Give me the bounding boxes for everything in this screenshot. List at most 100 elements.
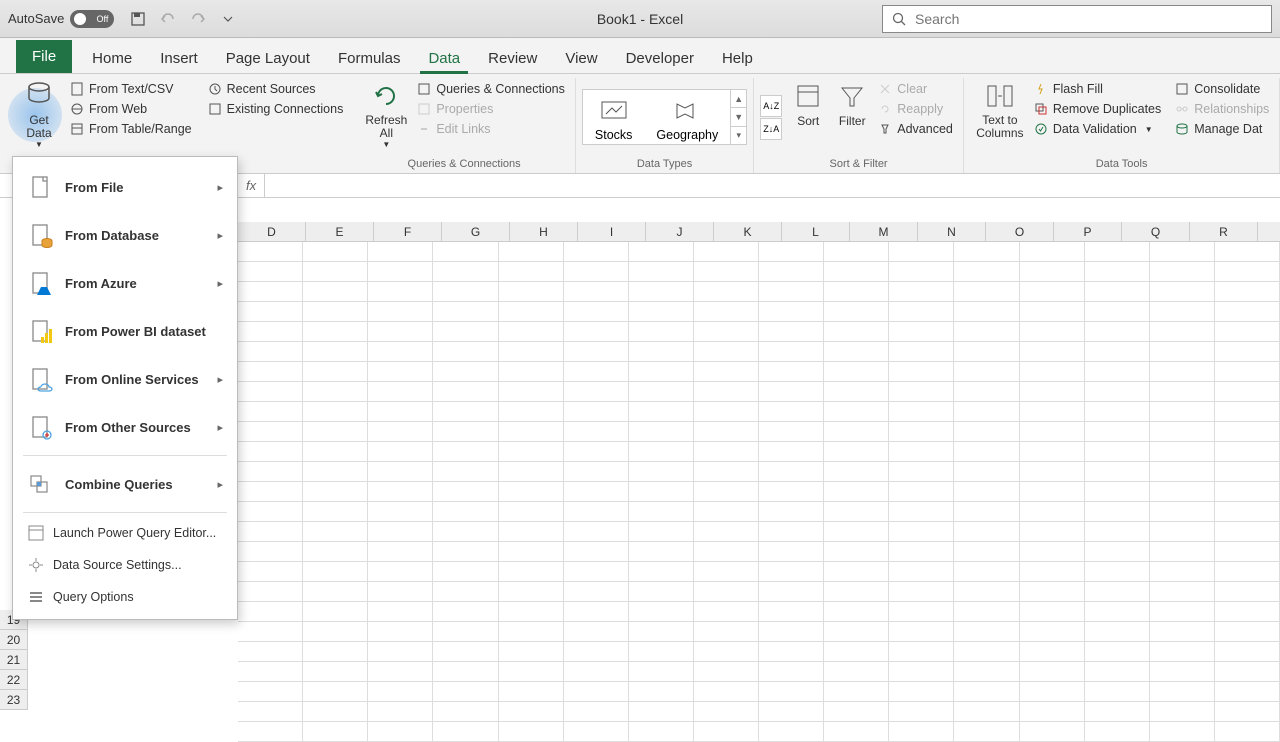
from-other-sources-item[interactable]: From Other Sources ▸ xyxy=(13,403,237,451)
cell[interactable] xyxy=(1020,282,1085,302)
cell[interactable] xyxy=(564,722,629,742)
cell[interactable] xyxy=(889,682,954,702)
cell[interactable] xyxy=(368,502,433,522)
cell[interactable] xyxy=(629,382,694,402)
cell[interactable] xyxy=(238,322,303,342)
cell[interactable] xyxy=(954,562,1019,582)
cell[interactable] xyxy=(368,722,433,742)
cell[interactable] xyxy=(564,362,629,382)
cell[interactable] xyxy=(303,302,368,322)
cell[interactable] xyxy=(499,502,564,522)
cell[interactable] xyxy=(1150,602,1215,622)
cell[interactable] xyxy=(1215,522,1280,542)
cell[interactable] xyxy=(1085,262,1150,282)
cell[interactable] xyxy=(1085,622,1150,642)
cell[interactable] xyxy=(1020,482,1085,502)
cell[interactable] xyxy=(1215,382,1280,402)
cell[interactable] xyxy=(1020,542,1085,562)
cell[interactable] xyxy=(564,702,629,722)
cell[interactable] xyxy=(303,242,368,262)
cell[interactable] xyxy=(238,622,303,642)
cell[interactable] xyxy=(368,382,433,402)
row-header[interactable]: 23 xyxy=(0,690,27,710)
cell[interactable] xyxy=(499,402,564,422)
cell[interactable] xyxy=(954,422,1019,442)
cell[interactable] xyxy=(694,522,759,542)
cell[interactable] xyxy=(433,482,498,502)
cell[interactable] xyxy=(694,302,759,322)
cell[interactable] xyxy=(433,462,498,482)
cell[interactable] xyxy=(629,302,694,322)
cell[interactable] xyxy=(368,302,433,322)
cell[interactable] xyxy=(954,242,1019,262)
cell[interactable] xyxy=(1085,582,1150,602)
cell[interactable] xyxy=(1150,662,1215,682)
cell[interactable] xyxy=(629,282,694,302)
row-header[interactable]: 20 xyxy=(0,630,27,650)
cell[interactable] xyxy=(368,482,433,502)
cell[interactable] xyxy=(1085,462,1150,482)
data-validation-button[interactable]: Data Validation▼ xyxy=(1030,120,1165,138)
column-header[interactable]: Q xyxy=(1122,222,1190,241)
cell[interactable] xyxy=(303,662,368,682)
cell[interactable] xyxy=(824,442,889,462)
cell[interactable] xyxy=(368,422,433,442)
cell[interactable] xyxy=(1150,542,1215,562)
cell[interactable] xyxy=(629,702,694,722)
cell[interactable] xyxy=(1150,422,1215,442)
tab-data[interactable]: Data xyxy=(414,42,474,73)
cell[interactable] xyxy=(1150,242,1215,262)
cell[interactable] xyxy=(1150,642,1215,662)
cell[interactable] xyxy=(1150,322,1215,342)
cell[interactable] xyxy=(499,542,564,562)
cell[interactable] xyxy=(564,242,629,262)
cell[interactable] xyxy=(368,522,433,542)
cell[interactable] xyxy=(954,322,1019,342)
column-header[interactable]: G xyxy=(442,222,510,241)
cell[interactable] xyxy=(303,562,368,582)
gallery-expand-icon[interactable]: ▾ xyxy=(731,127,746,144)
cell[interactable] xyxy=(1085,702,1150,722)
cell[interactable] xyxy=(1215,682,1280,702)
cell[interactable] xyxy=(1150,582,1215,602)
cell[interactable] xyxy=(303,702,368,722)
cell[interactable] xyxy=(1150,382,1215,402)
cell[interactable] xyxy=(368,442,433,462)
cell[interactable] xyxy=(889,422,954,442)
cell[interactable] xyxy=(629,642,694,662)
cell[interactable] xyxy=(303,262,368,282)
cell[interactable] xyxy=(303,462,368,482)
cell[interactable] xyxy=(368,642,433,662)
cell[interactable] xyxy=(629,502,694,522)
cell[interactable] xyxy=(694,542,759,562)
column-header[interactable]: J xyxy=(646,222,714,241)
cell[interactable] xyxy=(499,362,564,382)
cell[interactable] xyxy=(238,262,303,282)
cell[interactable] xyxy=(499,482,564,502)
column-header[interactable]: R xyxy=(1190,222,1258,241)
cell[interactable] xyxy=(303,642,368,662)
cell[interactable] xyxy=(238,422,303,442)
cell[interactable] xyxy=(1020,582,1085,602)
cell[interactable] xyxy=(303,322,368,342)
cell[interactable] xyxy=(564,522,629,542)
cell[interactable] xyxy=(1215,462,1280,482)
cell[interactable] xyxy=(1215,402,1280,422)
cell[interactable] xyxy=(499,702,564,722)
cell[interactable] xyxy=(824,502,889,522)
column-header[interactable]: N xyxy=(918,222,986,241)
combine-queries-item[interactable]: Combine Queries ▸ xyxy=(13,460,237,508)
cell[interactable] xyxy=(499,522,564,542)
cell[interactable] xyxy=(433,622,498,642)
cell[interactable] xyxy=(824,462,889,482)
cell[interactable] xyxy=(238,382,303,402)
cell[interactable] xyxy=(629,682,694,702)
cell[interactable] xyxy=(759,322,824,342)
cell[interactable] xyxy=(238,342,303,362)
cell[interactable] xyxy=(1085,322,1150,342)
cell[interactable] xyxy=(824,302,889,322)
cell[interactable] xyxy=(564,662,629,682)
cell[interactable] xyxy=(954,722,1019,742)
cell[interactable] xyxy=(238,482,303,502)
cell[interactable] xyxy=(954,442,1019,462)
